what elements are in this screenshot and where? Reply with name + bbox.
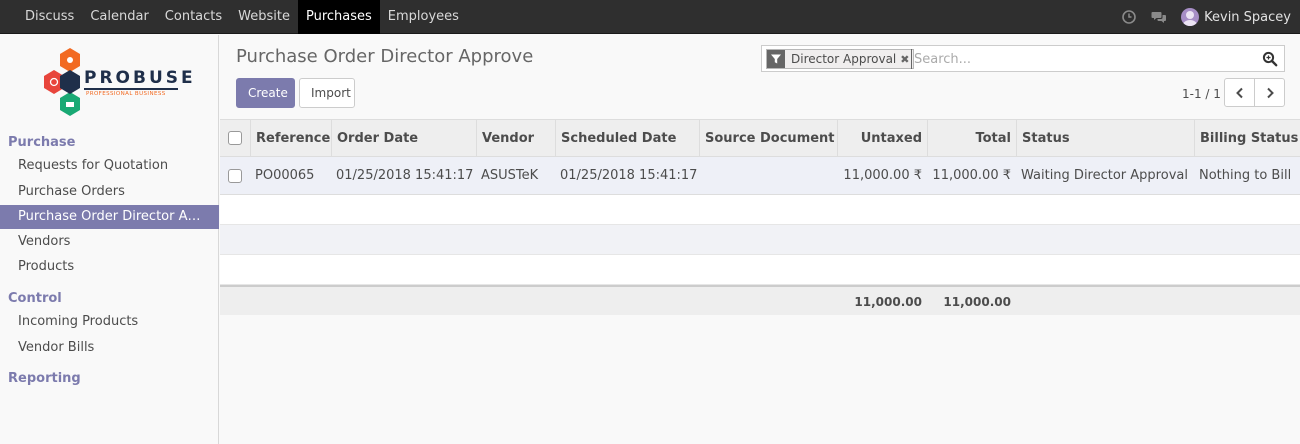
empty-row [220,255,1300,285]
column-reference[interactable]: Reference [250,120,331,157]
sidebar-item-products[interactable]: Products [0,255,219,279]
cell-billing-status: Nothing to Bill [1199,168,1292,183]
row-checkbox[interactable] [228,169,242,183]
footer-untaxed-total: 11,000.00 [854,295,922,309]
logo-wordmark: PROBUSE [84,68,196,88]
logo-underline [84,88,178,90]
column-source-document[interactable]: Source Document [699,120,837,157]
cell-order-date: 01/25/2018 15:41:17 [336,168,474,183]
cell-source-document [699,157,709,195]
sidebar-item-vendor-bills[interactable]: Vendor Bills [0,336,219,360]
chevron-right-icon [1266,87,1274,98]
menu-website[interactable]: Website [230,0,298,34]
select-all-checkbox[interactable] [228,131,242,145]
table-header-row: Reference Order Date Vendor Scheduled Da… [220,119,1300,157]
column-billing-status[interactable]: Billing Status [1194,120,1300,157]
pager-value[interactable]: 1-1 / 1 [1182,87,1221,101]
column-untaxed[interactable]: Untaxed [837,120,927,157]
column-total[interactable]: Total [927,120,1016,157]
search-bar: Director Approval ✖ [761,45,1285,72]
sidebar-item-purchase-orders[interactable]: Purchase Orders [0,180,219,204]
table-footer-row: 11,000.00 11,000.00 [220,285,1300,317]
chat-icon[interactable] [1151,9,1167,25]
filter-icon [767,50,785,68]
top-navbar: Discuss Calendar Contacts Website Purcha… [0,0,1300,34]
empty-row [220,225,1300,255]
search-input[interactable] [911,49,1251,69]
company-logo[interactable]: PROBUSE PROFESSIONAL BUSINESS [40,46,193,122]
empty-row [220,195,1300,225]
column-order-date[interactable]: Order Date [331,120,476,157]
cell-scheduled-date: 01/25/2018 15:41:17 [560,168,698,183]
sidebar-item-incoming-products[interactable]: Incoming Products [0,310,219,334]
user-avatar[interactable] [1181,8,1200,26]
cell-untaxed: 11,000.00 ₹ [843,168,922,183]
menu-calendar[interactable]: Calendar [82,0,156,34]
page-title: Purchase Order Director Approve [236,46,534,67]
section-control[interactable]: Control [8,291,62,306]
chevron-left-icon [1235,87,1243,98]
sidebar-item-requests-for-quotation[interactable]: Requests for Quotation [0,154,219,178]
column-status[interactable]: Status [1016,120,1194,157]
section-purchase[interactable]: Purchase [8,135,75,150]
sidebar-item-purchase-order-director-approve[interactable]: Purchase Order Director A… [0,205,219,229]
import-button[interactable]: Import [299,78,355,108]
column-vendor[interactable]: Vendor [476,120,555,157]
app-menu: Discuss Calendar Contacts Website Purcha… [17,0,467,34]
search-facet[interactable]: Director Approval ✖ [766,49,915,69]
clock-icon[interactable] [1121,9,1137,25]
logo-tagline: PROFESSIONAL BUSINESS [86,91,166,97]
menu-contacts[interactable]: Contacts [157,0,230,34]
footer-total: 11,000.00 [943,295,1011,309]
table-row[interactable]: PO00065 01/25/2018 15:41:17 ASUSTeK 01/2… [220,157,1300,195]
content-background [220,315,1300,444]
menu-employees[interactable]: Employees [380,0,467,34]
sidebar: PROBUSE PROFESSIONAL BUSINESS Purchase R… [0,35,219,444]
cell-total: 11,000.00 ₹ [932,168,1011,183]
search-icon[interactable] [1262,51,1278,67]
facet-label: Director Approval [791,52,897,66]
purchase-orders-table: Reference Order Date Vendor Scheduled Da… [220,119,1300,317]
column-scheduled-date[interactable]: Scheduled Date [555,120,699,157]
cell-status: Waiting Director Approval [1021,168,1188,183]
cell-reference: PO00065 [255,168,315,183]
section-reporting[interactable]: Reporting [8,371,81,386]
sidebar-item-vendors[interactable]: Vendors [0,230,219,254]
user-name[interactable]: Kevin Spacey [1204,10,1291,25]
menu-purchases[interactable]: Purchases [297,0,380,34]
pager-previous-button[interactable] [1224,78,1255,107]
cell-vendor: ASUSTeK [481,168,539,183]
pager-next-button[interactable] [1254,78,1285,107]
menu-discuss[interactable]: Discuss [17,0,82,34]
create-button[interactable]: Create [236,78,295,108]
